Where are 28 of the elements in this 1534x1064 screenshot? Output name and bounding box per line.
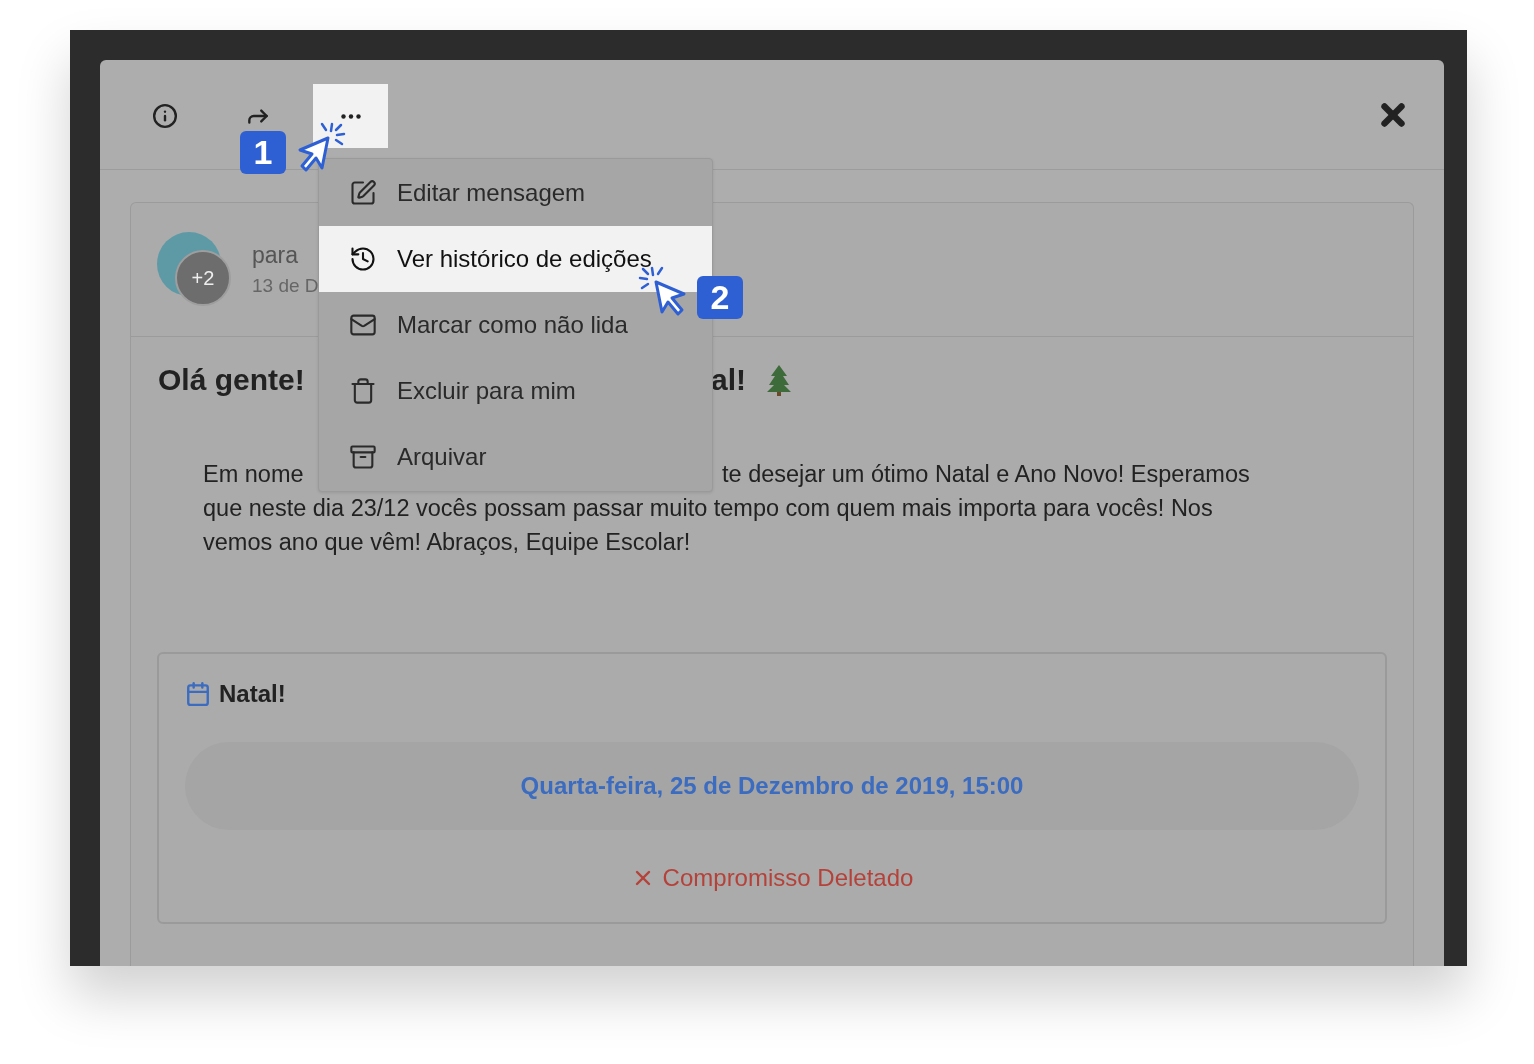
more-icon [340, 113, 361, 119]
edit-icon [349, 179, 377, 207]
message-text: que neste dia 23/12 vocês possam passar muito tempo com quem mais importa para vocês! Nos [203, 495, 1214, 522]
event-date: Quarta-feira, 25 de Dezembro de 2019, 15:00 [185, 742, 1359, 830]
message-title: Olá gente! [158, 363, 305, 397]
archive-icon [349, 443, 377, 471]
menu-item[interactable]: Arquivar [319, 424, 712, 490]
tree-icon [766, 364, 792, 396]
menu-item[interactable]: Editar mensagem [319, 160, 712, 226]
info-icon [152, 103, 178, 129]
message-text: vemos ano que vêm! Abraços, Equipe Escolar! [203, 529, 692, 556]
menu-item[interactable]: Ver histórico de edições [319, 226, 712, 292]
event-status: Compromisso Deletado [662, 864, 914, 892]
trash-icon [349, 377, 377, 405]
message-text: Em nome [203, 461, 304, 488]
message-title: al! [711, 363, 746, 397]
info-button[interactable] [152, 103, 178, 129]
step-badge: 1 [240, 131, 286, 174]
menu-item[interactable]: Excluir para mim [319, 358, 712, 424]
calendar-icon [185, 681, 211, 707]
more-button[interactable] [313, 84, 388, 148]
avatar-count-badge: +2 [175, 250, 231, 306]
event-title: Natal! [219, 680, 286, 708]
message-text: te desejar um ótimo Natal e Ano Novo! Esperamos [722, 461, 1250, 488]
message-date: 13 de D [252, 275, 319, 297]
history-icon [349, 245, 377, 273]
recipient-label: para [252, 242, 300, 269]
step-badge: 2 [697, 276, 743, 319]
